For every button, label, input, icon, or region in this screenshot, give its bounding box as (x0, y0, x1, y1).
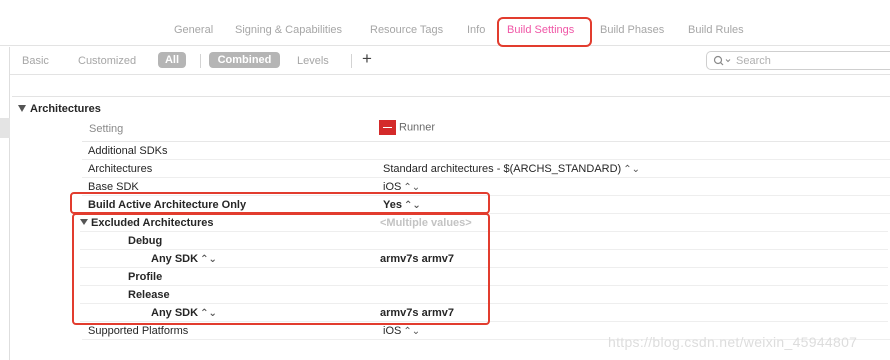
tab-signing-capabilities[interactable]: Signing & Capabilities (235, 24, 342, 36)
editor-tab-bar: General Signing & Capabilities Resource … (0, 0, 890, 47)
popup-stepper-icon[interactable]: ⌃⌄ (623, 164, 640, 175)
setting-value-text: iOS (383, 325, 402, 337)
search-icon (713, 55, 731, 66)
setting-value[interactable]: Standard architectures - $(ARCHS_STANDAR… (383, 163, 640, 175)
filter-combined[interactable]: Combined (209, 52, 280, 68)
section-architectures[interactable]: Architectures (18, 103, 101, 115)
section-separator (12, 96, 890, 97)
setting-label: Additional SDKs (88, 145, 168, 157)
annotation-box-build-active-arch (70, 192, 490, 214)
add-setting-button[interactable]: + (362, 50, 372, 68)
setting-value[interactable]: iOS ⌃⌄ (383, 325, 420, 337)
search-placeholder: Search (736, 55, 771, 67)
filter-customized[interactable]: Customized (78, 55, 136, 67)
tab-info[interactable]: Info (467, 24, 485, 36)
setting-row-additional-sdks[interactable]: Additional SDKs (82, 142, 890, 160)
annotation-box-excluded-architectures (72, 213, 490, 325)
disclosure-triangle-icon[interactable] (18, 105, 26, 112)
target-app-icon (379, 120, 396, 135)
left-pane-edge (0, 47, 10, 360)
column-header-target: Runner (379, 120, 435, 136)
setting-value-text: Standard architectures - $(ARCHS_STANDAR… (383, 163, 622, 175)
tab-build-phases[interactable]: Build Phases (600, 24, 664, 36)
filter-divider (200, 54, 201, 68)
popup-stepper-icon[interactable]: ⌃⌄ (403, 326, 420, 337)
column-header-setting: Setting (89, 123, 124, 135)
tab-general[interactable]: General (174, 24, 213, 36)
search-field[interactable]: Search (706, 51, 890, 70)
setting-row-architectures[interactable]: Architectures Standard architectures - $… (82, 160, 890, 178)
filter-all[interactable]: All (158, 52, 186, 68)
filter-basic[interactable]: Basic (22, 55, 49, 67)
setting-label: Architectures (88, 163, 153, 175)
build-settings-highlight-box (497, 17, 592, 47)
section-title: Architectures (30, 103, 101, 115)
target-name: Runner (399, 121, 436, 134)
setting-label: Supported Platforms (88, 325, 189, 337)
filter-levels[interactable]: Levels (297, 55, 329, 67)
tab-build-rules[interactable]: Build Rules (688, 24, 744, 36)
build-settings-filter-bar: Basic Customized All Combined Levels + S… (0, 47, 890, 75)
tab-resource-tags[interactable]: Resource Tags (370, 24, 443, 36)
watermark-text: https://blog.csdn.net/weixin_45944807 (608, 334, 858, 350)
filter-divider (351, 54, 352, 68)
left-pane-selection (0, 118, 10, 138)
